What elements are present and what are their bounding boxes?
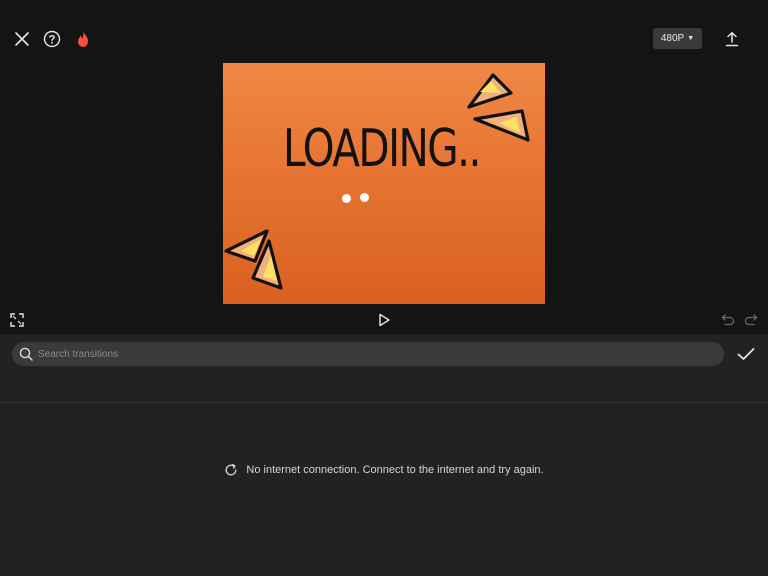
redo-button[interactable] <box>743 311 759 327</box>
fullscreen-button[interactable] <box>8 311 26 329</box>
connection-status: No internet connection. Connect to the i… <box>0 463 768 477</box>
search-icon <box>18 346 34 362</box>
play-icon <box>379 313 390 327</box>
resolution-dropdown[interactable]: 480P ▼ <box>653 28 702 49</box>
undo-icon <box>721 314 735 326</box>
dot-1 <box>342 194 351 203</box>
search-input[interactable] <box>38 348 698 360</box>
status-message: No internet connection. Connect to the i… <box>246 464 544 476</box>
fullscreen-icon <box>10 313 24 327</box>
refresh-icon[interactable] <box>224 463 238 477</box>
video-preview[interactable]: LOADING.. <box>223 63 545 304</box>
help-icon <box>43 30 61 48</box>
export-icon <box>725 32 739 47</box>
play-button[interactable] <box>374 310 394 330</box>
loading-text: LOADING.. <box>283 119 481 179</box>
close-button[interactable] <box>10 27 34 51</box>
fire-icon <box>78 31 88 47</box>
checkmark-icon <box>737 348 755 360</box>
redo-icon <box>744 314 758 326</box>
dot-2 <box>360 193 369 202</box>
search-bar[interactable] <box>12 342 724 366</box>
resolution-label: 480P <box>660 33 685 44</box>
export-button[interactable] <box>720 27 744 51</box>
transitions-panel: No internet connection. Connect to the i… <box>0 334 768 576</box>
undo-button[interactable] <box>720 311 736 327</box>
playback-controls <box>0 306 768 334</box>
triangle-decoration-top <box>224 73 530 290</box>
help-button[interactable] <box>40 27 64 51</box>
confirm-button[interactable] <box>736 344 756 364</box>
trending-button[interactable] <box>71 27 95 51</box>
panel-divider <box>0 402 768 403</box>
top-toolbar: 480P ▼ <box>0 0 768 62</box>
caret-down-icon: ▼ <box>687 35 695 42</box>
close-icon <box>15 32 29 46</box>
